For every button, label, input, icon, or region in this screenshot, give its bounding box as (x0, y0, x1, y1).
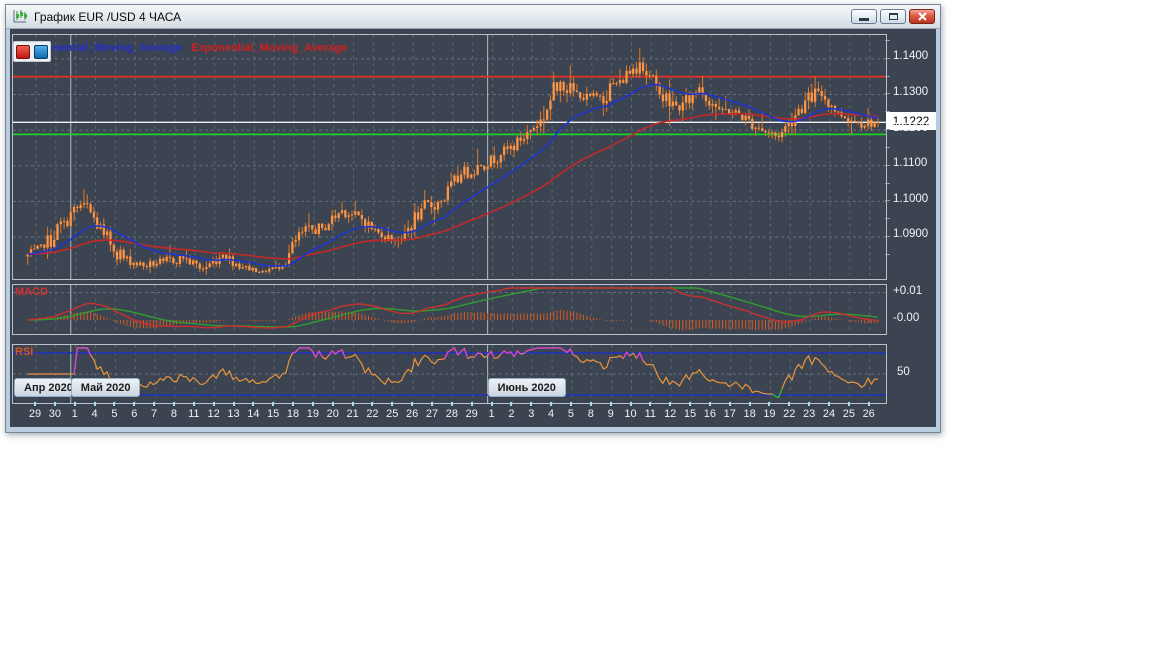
x-axis-tick (431, 402, 433, 406)
price-axis-tick (885, 129, 890, 131)
price-axis-tick (885, 218, 890, 220)
x-axis-tick (828, 402, 830, 406)
x-axis-tick (351, 402, 354, 406)
x-axis-tick (93, 402, 96, 406)
minimize-button[interactable] (851, 9, 877, 24)
month-badge: Июнь 2020 (487, 378, 566, 397)
chart-client-area: Exponential_Moving_Average Exponential_M… (10, 29, 936, 427)
x-axis-tick (768, 402, 771, 406)
legend: Exponential_Moving_Average Exponential_M… (26, 42, 347, 54)
macd-axis-label: -0.00 (893, 312, 920, 324)
price-axis-tick (885, 40, 890, 42)
macd-axis-label: +0.01 (893, 284, 923, 297)
x-axis-tick (292, 402, 295, 406)
price-axis-label: 1.0900 (893, 228, 929, 241)
x-axis-tick (788, 402, 791, 406)
x-axis-tick (113, 402, 116, 406)
price-axis-tick (885, 253, 890, 255)
x-axis-tick (609, 402, 612, 406)
x-axis-tick (550, 402, 553, 406)
ema-slow-color-button[interactable] (16, 44, 30, 59)
x-axis-tick (808, 402, 811, 406)
maximize-button[interactable] (880, 9, 906, 24)
rsi-label: RSI (15, 346, 34, 358)
x-axis-tick (867, 402, 870, 406)
x-axis-tick (649, 402, 652, 406)
x-axis-tick (470, 402, 473, 406)
rsi-axis-label: 50 (897, 366, 910, 378)
month-badge: Апр 2020 (14, 378, 72, 397)
x-axis-tick (708, 402, 711, 406)
price-axis-tick (885, 182, 890, 184)
price-axis-tick (885, 235, 890, 237)
ema-slow-legend-label: Exponential_Moving_Average (191, 42, 348, 54)
x-axis-tick (629, 402, 632, 406)
x-axis-tick (847, 402, 850, 406)
price-chart-panel[interactable] (12, 34, 887, 280)
price-axis-label: 1.1300 (893, 85, 929, 98)
minimize-icon (859, 18, 869, 21)
price-axis-tick (885, 57, 890, 59)
indicator-color-buttons (13, 41, 51, 62)
rsi-panel[interactable] (12, 344, 887, 404)
x-axis-tick (510, 402, 513, 406)
close-button[interactable] (909, 9, 935, 24)
x-axis-tick (331, 402, 334, 406)
price-axis-tick (885, 164, 890, 166)
x-axis-tick (569, 402, 572, 406)
x-axis-tick (371, 402, 374, 406)
titlebar[interactable]: График EUR /USD 4 ЧАСА (6, 5, 940, 29)
x-axis-tick (669, 402, 672, 406)
month-badge: Май 2020 (70, 378, 141, 397)
x-axis-tick (728, 402, 731, 406)
x-axis-tick (589, 402, 592, 406)
price-axis-tick (885, 146, 890, 148)
chart-window: График EUR /USD 4 ЧАСА Exponential_Movin… (5, 4, 941, 433)
x-axis-tick (490, 402, 493, 406)
price-axis-label: 1.1400 (893, 50, 929, 63)
price-axis-label: 1.1200 (893, 121, 929, 134)
x-axis-tick (450, 402, 453, 406)
x-axis-tick (53, 402, 56, 406)
macd-label: MACD (15, 286, 48, 298)
price-axis-label: 1.1100 (893, 157, 928, 170)
x-axis-tick (153, 402, 156, 406)
ema-fast-color-button[interactable] (34, 44, 48, 59)
x-axis-tick (689, 402, 692, 406)
x-axis-tick (172, 402, 175, 406)
macd-panel[interactable] (12, 284, 887, 335)
x-axis-tick (530, 402, 533, 406)
x-axis-tick (232, 402, 235, 406)
x-axis-tick (311, 402, 314, 406)
price-axis-tick (885, 75, 890, 77)
x-axis-tick (411, 402, 414, 406)
price-axis-tick (885, 93, 890, 95)
x-axis-label: 26 (862, 408, 875, 420)
maximize-icon (888, 13, 898, 20)
price-axis-label: 1.1000 (893, 192, 929, 205)
x-axis-tick (748, 402, 751, 406)
x-axis-tick (34, 402, 36, 406)
x-axis-tick (212, 402, 215, 406)
x-axis-tick (252, 402, 255, 406)
price-axis-tick (885, 111, 890, 113)
x-axis-tick (192, 402, 195, 406)
x-axis-tick (133, 402, 136, 406)
app-candlestick-icon (13, 10, 27, 23)
window-title: График EUR /USD 4 ЧАСА (34, 9, 182, 24)
x-axis-tick (73, 402, 76, 406)
close-icon (917, 12, 927, 21)
price-axis-tick (885, 200, 890, 202)
x-axis-tick (391, 402, 394, 406)
x-axis-tick (272, 402, 275, 406)
